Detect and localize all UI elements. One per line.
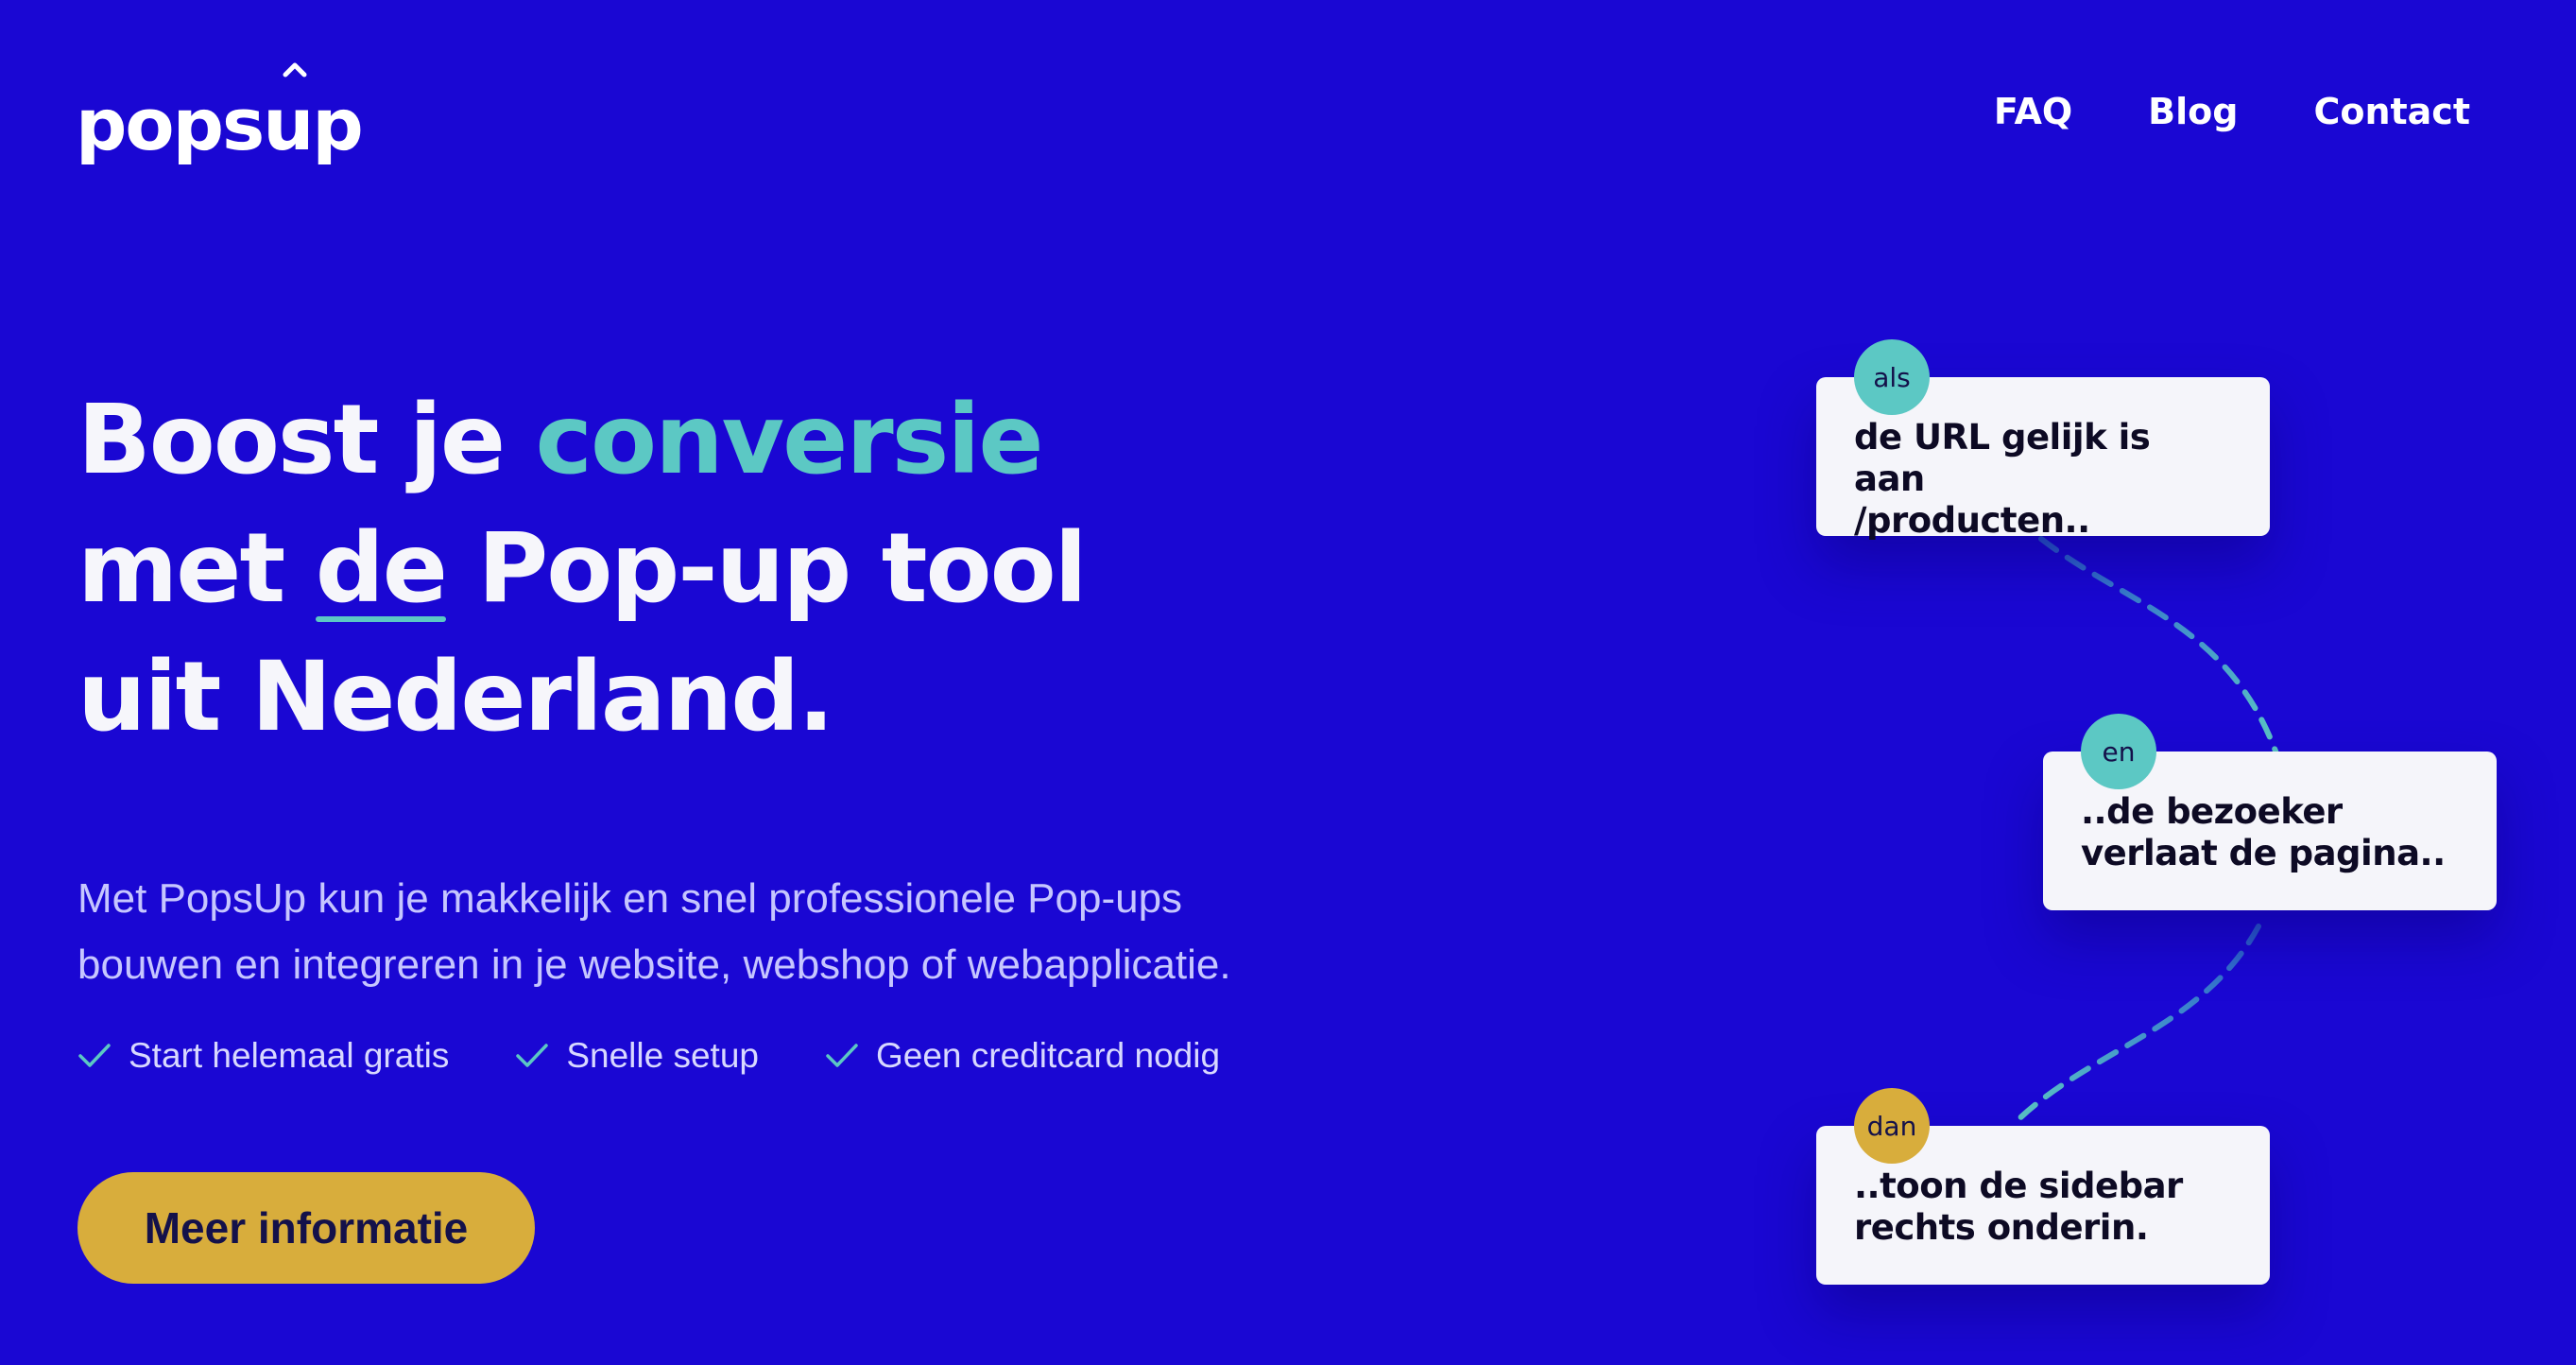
nav-link-faq[interactable]: FAQ [1994, 91, 2072, 132]
card-text: ..de bezoeker verlaat de pagina.. [2081, 791, 2459, 874]
step-badge-dan: dan [1854, 1088, 1930, 1164]
headline-text: Pop-up tool [445, 512, 1087, 625]
card-line: rechts onderin. [1854, 1207, 2149, 1248]
logo[interactable]: popsup [76, 62, 364, 166]
check-label: Geen creditcard nodig [875, 1036, 1221, 1075]
card-text: de URL gelijk is aan /producten.. [1854, 417, 2232, 542]
connector-line [2038, 536, 2280, 759]
step-badge-als: als [1854, 339, 1930, 415]
card-line: /producten.. [1854, 500, 2090, 541]
subtitle-line-2: bouwen en integreren in je website, webs… [77, 942, 1231, 988]
subtitle-line-1: Met PopsUp kun je makkelijk en snel prof… [77, 875, 1183, 922]
nav-link-contact[interactable]: Contact [2313, 91, 2470, 132]
card-line: de URL gelijk is aan [1854, 417, 2151, 499]
headline-accent: conversie [535, 384, 1044, 496]
card-line: ..de bezoeker [2081, 791, 2343, 832]
page: popsup FAQ Blog Contact Boost je convers… [0, 0, 2576, 1365]
headline-text: met [77, 512, 316, 625]
logo-caret-icon [283, 62, 307, 78]
headline-line-3: uit Nederland. [77, 641, 834, 753]
checkmark-icon [78, 1044, 111, 1067]
main-nav: FAQ Blog Contact [1994, 91, 2470, 132]
checkmark-icon [826, 1044, 858, 1067]
check-item: Start helemaal gratis [77, 1036, 449, 1076]
check-item: Geen creditcard nodig [825, 1036, 1220, 1076]
more-info-button[interactable]: Meer informatie [77, 1172, 535, 1284]
headline-line-1: Boost je conversie [77, 376, 1086, 505]
headline-line-2: met de Pop-up tool [77, 505, 1088, 633]
connector-line [2010, 924, 2261, 1128]
checkmark-icon [516, 1044, 549, 1067]
step-badge-en: en [2081, 714, 2156, 789]
headline-underlined-word: de [315, 505, 448, 633]
check-label: Snelle setup [566, 1036, 759, 1075]
flow-card-and: en ..de bezoeker verlaat de pagina.. [2043, 714, 2497, 910]
logo-text: popsup [76, 82, 364, 166]
check-item: Snelle setup [515, 1036, 759, 1076]
flow-card-then: dan ..toon de sidebar rechts onderin. [1816, 1088, 2270, 1285]
card-text: ..toon de sidebar rechts onderin. [1854, 1166, 2232, 1249]
hero-headline: Boost je conversie met de Pop-up tool ui… [77, 376, 1088, 762]
card-line: verlaat de pagina.. [2081, 833, 2446, 873]
hero-subtitle: Met PopsUp kun je makkelijk en snel prof… [77, 866, 1382, 998]
flow-card-condition: als de URL gelijk is aan /producten.. [1816, 339, 2270, 541]
card-line: ..toon de sidebar [1854, 1166, 2183, 1206]
feature-checklist: Start helemaal gratis Snelle setup Geen … [77, 1036, 1220, 1076]
nav-link-blog[interactable]: Blog [2148, 91, 2238, 132]
check-label: Start helemaal gratis [129, 1036, 450, 1075]
headline-text: Boost je [77, 384, 536, 496]
